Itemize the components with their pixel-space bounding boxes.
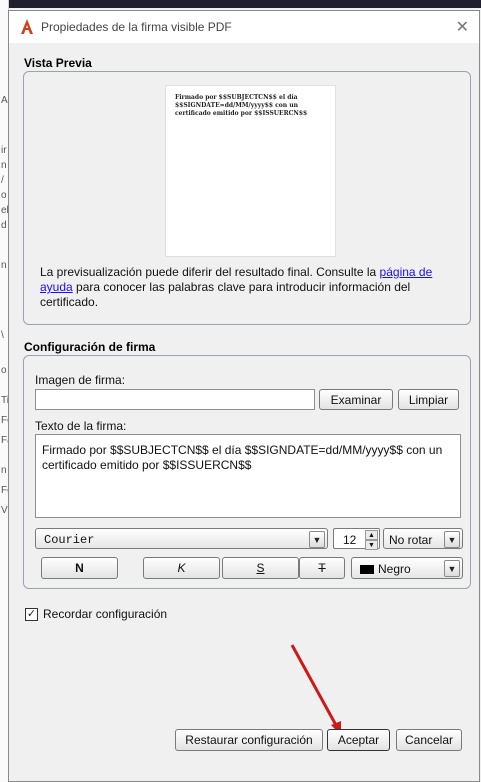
- background-text: V: [1, 505, 8, 516]
- title-bar[interactable]: Propiedades de la firma visible PDF ✕: [9, 11, 479, 43]
- remember-settings-checkbox[interactable]: ✓: [25, 608, 38, 621]
- spinner-down-icon[interactable]: ▼: [365, 540, 378, 550]
- italic-button[interactable]: K: [143, 557, 220, 579]
- background-text: o: [1, 190, 7, 201]
- background-text: A: [1, 95, 8, 106]
- font-color-select[interactable]: Negro ▼: [351, 557, 463, 579]
- image-path-input[interactable]: [35, 389, 315, 410]
- accept-button[interactable]: Aceptar: [327, 729, 390, 751]
- preview-info-text: La previsualización puede diferir del re…: [40, 265, 455, 310]
- background-text: /: [1, 175, 4, 186]
- restore-settings-button[interactable]: Restaurar configuración: [175, 729, 323, 751]
- background-text: d: [1, 220, 7, 231]
- preview-section-label: Vista Previa: [24, 56, 92, 70]
- annotation-arrow-icon: [290, 644, 341, 735]
- cancel-button[interactable]: Cancelar: [396, 729, 462, 751]
- signature-properties-dialog: Propiedades de la firma visible PDF ✕ Vi…: [8, 10, 480, 782]
- signature-text-value: Firmado por $$SUBJECTCN$$ el día $$SIGND…: [42, 443, 443, 472]
- close-icon[interactable]: ✕: [456, 17, 469, 37]
- config-section-label: Configuración de firma: [24, 340, 156, 354]
- font-color-name: Negro: [378, 562, 411, 576]
- signature-preview: Firmado por $$SUBJECTCN$$ el día $$SIGND…: [165, 85, 336, 257]
- background-text: ir: [1, 145, 7, 156]
- chevron-down-icon: ▼: [444, 531, 460, 548]
- preview-signature-text: Firmado por $$SUBJECTCN$$ el día $$SIGND…: [175, 94, 308, 117]
- color-swatch: [360, 565, 374, 575]
- background-text: o: [1, 365, 7, 376]
- background-text: \: [1, 330, 4, 341]
- signature-text-area[interactable]: Firmado por $$SUBJECTCN$$ el día $$SIGND…: [35, 434, 461, 518]
- dialog-title: Propiedades de la firma visible PDF: [41, 20, 232, 34]
- chevron-down-icon: ▼: [444, 560, 460, 577]
- font-size-value: 12: [343, 533, 357, 547]
- signature-text-label: Texto de la firma:: [35, 419, 127, 433]
- chevron-down-icon: ▼: [309, 531, 325, 548]
- browse-button[interactable]: Examinar: [319, 389, 393, 410]
- background-text: n: [1, 260, 7, 271]
- image-label: Imagen de firma:: [35, 373, 126, 387]
- clear-image-button[interactable]: Limpiar: [398, 389, 459, 410]
- background-window-top: [0, 0, 481, 8]
- info-suffix: para conocer las palabras clave para int…: [40, 280, 411, 309]
- remember-settings-label[interactable]: Recordar configuración: [43, 607, 167, 621]
- strikethrough-button[interactable]: T: [299, 557, 345, 579]
- rotation-select[interactable]: No rotar ▼: [383, 528, 463, 549]
- info-prefix: La previsualización puede diferir del re…: [40, 265, 380, 279]
- font-color-value: Negro: [360, 562, 411, 576]
- underline-button[interactable]: S: [222, 557, 299, 579]
- background-text: n: [1, 465, 7, 476]
- font-family-select[interactable]: Courier ▼: [35, 528, 328, 549]
- font-size-spinner[interactable]: 12 ▲ ▼: [333, 528, 380, 550]
- font-family-value: Courier: [44, 533, 95, 547]
- rotation-value: No rotar: [389, 533, 433, 547]
- autofirma-app-icon: [21, 19, 33, 34]
- bold-button[interactable]: N: [41, 557, 118, 579]
- background-text: n: [1, 160, 7, 171]
- spinner-up-icon[interactable]: ▲: [365, 530, 378, 540]
